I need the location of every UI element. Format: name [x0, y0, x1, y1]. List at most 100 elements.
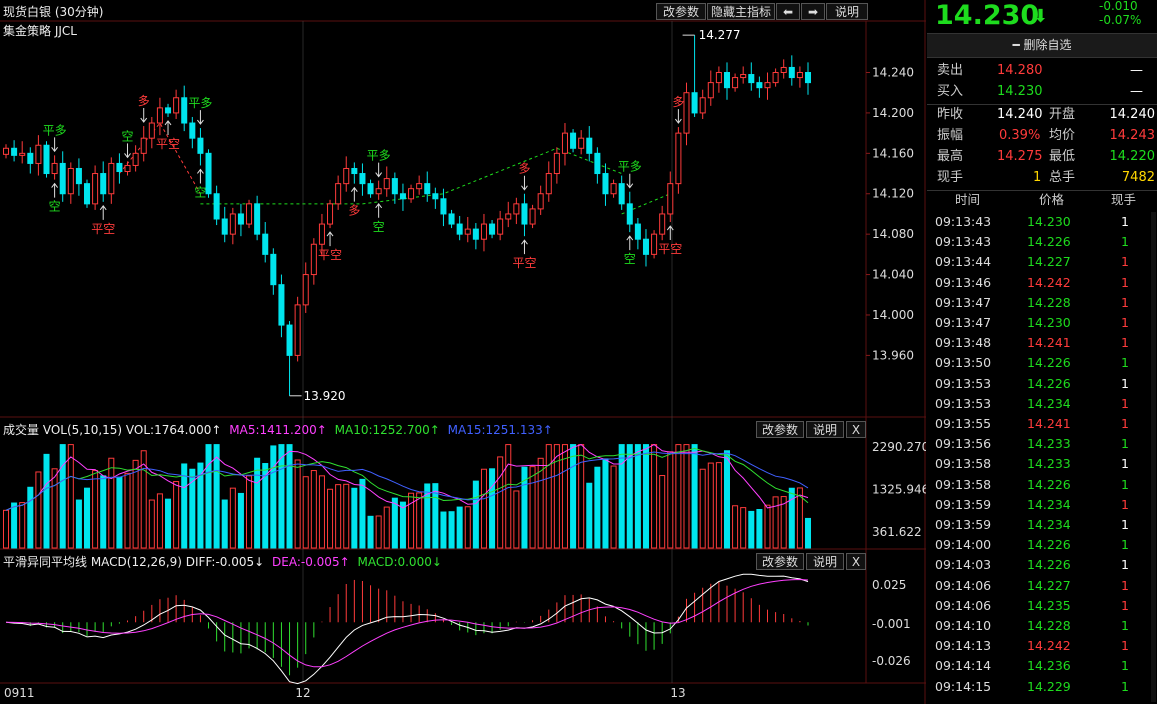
avg-label: 均价: [1049, 128, 1076, 143]
candle-body: [124, 164, 131, 173]
signal-arrow-up-icon: [626, 235, 634, 251]
price-chart[interactable]: 14.240 14.200 14.160 14.120 14.080 14.040 14.0…: [0, 0, 926, 704]
candle-body: [545, 173, 552, 195]
candle-body: [561, 132, 568, 154]
candle-body: [602, 173, 609, 195]
candle-body: [116, 162, 123, 173]
macd-title-text: 平滑异同平均线 MACD(12,26,9) DIFF:-0.005↓: [3, 555, 265, 569]
signal-label: 平多: [43, 123, 67, 137]
change-params-button[interactable]: 改参数: [656, 3, 706, 20]
scroll-left-button[interactable]: ⬅: [776, 3, 800, 20]
hide-main-indicator-button[interactable]: 隐藏主指标: [707, 3, 775, 20]
tick-row: 09:13:47 14.228 1: [927, 293, 1157, 313]
chart-area[interactable]: 14.240 14.200 14.160 14.120 14.080 14.040 14.0…: [0, 0, 926, 704]
volume-title: 成交量 VOL(5,10,15) VOL:1764.000↑ MA5:1411.…: [3, 421, 553, 438]
volume-bar: [707, 462, 714, 549]
candle-body: [2, 147, 10, 155]
tick-time: 09:14:00: [935, 537, 992, 553]
ask-label: 卖出: [937, 63, 964, 78]
ticks-header-price: 价格: [1039, 192, 1065, 207]
volume-bar: [51, 468, 58, 549]
candle-body: [553, 152, 560, 175]
volume-bar: [408, 492, 415, 549]
tick-time: 09:13:50: [935, 355, 992, 371]
tick-time: 09:14:15: [935, 678, 992, 694]
volume-bar: [740, 507, 747, 549]
volume-help-button[interactable]: 说明: [806, 421, 844, 438]
price-axis-label: 14.160: [872, 146, 914, 160]
tick-volume: 1: [1121, 638, 1129, 654]
chart-title: 现货白银 (30分钟): [3, 3, 103, 20]
remove-watchlist-button[interactable]: ━ 删除自选: [927, 33, 1157, 58]
candle-body: [521, 203, 528, 225]
macd-close-button[interactable]: X: [846, 553, 866, 570]
tick-row: 09:14:06 14.227 1: [927, 576, 1157, 596]
volume-axis-label: 1325.946: [872, 483, 926, 497]
help-button[interactable]: 说明: [826, 3, 868, 20]
current-hands: 1: [1033, 170, 1042, 185]
ask-row: 卖出 14.280 —: [927, 60, 1157, 81]
candle-body: [707, 82, 714, 99]
tick-price: 14.230: [1027, 315, 1071, 330]
ticks-list[interactable]: 09:13:43 14.230 1 09:13:43 14.226 1 09:13:44 14…: [927, 212, 1157, 704]
scroll-right-button[interactable]: ➡: [801, 3, 825, 20]
candle-body: [732, 77, 739, 89]
volume-bar: [399, 501, 406, 549]
candle-body: [440, 198, 447, 215]
candle-body: [35, 144, 42, 164]
tick-price: 14.230: [1027, 214, 1071, 229]
volume-bar: [254, 457, 261, 549]
signal-arrow-up-icon: [375, 202, 383, 218]
candle-body: [642, 238, 649, 255]
tick-volume: 1: [1121, 254, 1129, 270]
volume-params-button[interactable]: 改参数: [756, 421, 804, 438]
volume-bar: [553, 444, 560, 549]
candle-body: [27, 152, 34, 164]
candle-body: [667, 183, 674, 215]
tick-price: 14.227: [1027, 577, 1071, 593]
candle-body: [772, 72, 779, 84]
candle-body: [11, 147, 18, 156]
tick-volume: 1: [1121, 436, 1129, 452]
candle-body: [181, 97, 188, 124]
tick-row: 09:14:00 14.226 1: [927, 535, 1157, 555]
tick-volume: 1: [1121, 375, 1129, 391]
volume-bar: [327, 488, 334, 549]
volume-bar: [529, 466, 536, 549]
price-axis-label: 14.080: [872, 227, 914, 241]
quote-panel: 14.230 ⬇ -0.010 -0.07% ━ 删除自选 卖出 14.280 …: [927, 0, 1157, 704]
price-axis-label: 14.000: [872, 308, 914, 322]
candle-body: [529, 208, 536, 225]
tick-volume: 1: [1121, 597, 1129, 613]
volume-bar: [456, 506, 463, 549]
time-axis-label: 12: [295, 686, 310, 700]
volume-bar: [440, 511, 447, 549]
tick-time: 09:13:58: [935, 456, 992, 472]
candle-body: [715, 72, 722, 84]
candle-body: [448, 213, 455, 225]
tick-volume: 1: [1121, 274, 1129, 290]
tick-price: 14.226: [1027, 375, 1071, 391]
volume-bar: [335, 484, 342, 549]
volume-bar: [804, 517, 812, 549]
tick-row: 09:13:43 14.230 1: [927, 212, 1157, 232]
low-price: 14.220: [1109, 149, 1156, 164]
volume-bar: [788, 487, 795, 549]
volume-bar: [2, 509, 10, 549]
macd-params-button[interactable]: 改参数: [756, 553, 804, 570]
tick-time: 09:14:03: [935, 557, 992, 573]
volume-close-button[interactable]: X: [846, 421, 866, 438]
signal-label: 多: [672, 95, 684, 109]
volume-ma5: MA5:1411.200↑: [229, 423, 327, 437]
ticks-scrollbar[interactable]: [1151, 212, 1156, 702]
volume-bar: [221, 499, 228, 549]
tick-price: 14.241: [1027, 335, 1071, 351]
total-hands-label: 总手: [1049, 170, 1076, 185]
tick-row: 09:14:03 14.226 1: [927, 555, 1157, 575]
total-hands: 7482: [1121, 170, 1155, 185]
candle-body: [796, 72, 803, 79]
tick-volume: 1: [1121, 496, 1129, 512]
macd-help-button[interactable]: 说明: [806, 553, 844, 570]
tick-price: 14.234: [1027, 517, 1071, 532]
tick-volume: 1: [1121, 476, 1129, 492]
